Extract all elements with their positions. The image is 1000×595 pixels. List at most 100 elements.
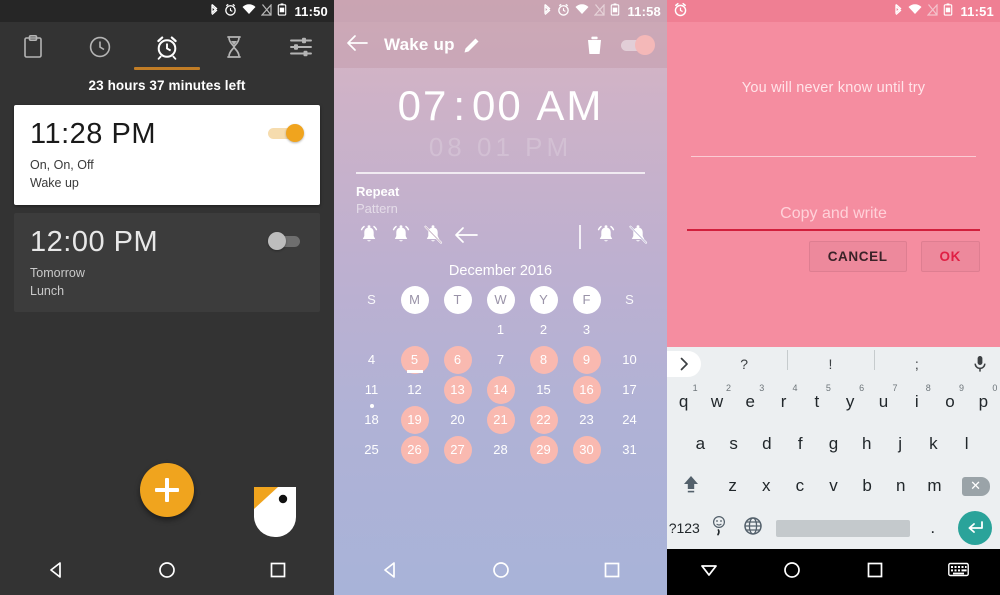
calendar-day-10[interactable]: 10 (608, 345, 651, 375)
calendar-day-23[interactable]: 23 (565, 405, 608, 435)
key-i[interactable]: 8i (900, 382, 933, 422)
nav-home-button[interactable] (145, 550, 189, 594)
calendar-day-24[interactable]: 24 (608, 405, 651, 435)
tab-timer[interactable] (211, 24, 257, 70)
nav-back-button[interactable] (368, 550, 412, 594)
symbols-key[interactable]: ?123 (667, 508, 702, 548)
repeat-section[interactable]: Repeat Pattern (334, 174, 667, 216)
key-v[interactable]: v (817, 466, 851, 506)
bell-on-icon[interactable] (595, 224, 617, 251)
period-key[interactable]: . (915, 508, 950, 548)
key-z[interactable]: z (716, 466, 750, 506)
key-m[interactable]: m (918, 466, 952, 506)
calendar-weekday-m-1[interactable]: M (393, 285, 436, 315)
nav-back-button[interactable] (34, 550, 78, 594)
add-alarm-button[interactable] (140, 463, 194, 517)
key-b[interactable]: b (850, 466, 884, 506)
key-x[interactable]: x (749, 466, 783, 506)
calendar-day-8[interactable]: 8 (522, 345, 565, 375)
calendar-day-15[interactable]: 15 (522, 375, 565, 405)
key-a[interactable]: a (684, 424, 717, 464)
key-g[interactable]: g (817, 424, 850, 464)
pencil-icon[interactable] (463, 37, 480, 54)
ok-button[interactable]: OK (920, 241, 980, 272)
key-u[interactable]: 7u (867, 382, 900, 422)
calendar-day-19[interactable]: 19 (393, 405, 436, 435)
key-r[interactable]: 4r (767, 382, 800, 422)
cancel-button[interactable]: CANCEL (808, 241, 907, 272)
bell-on-icon[interactable] (358, 224, 380, 251)
tab-alarm[interactable] (133, 24, 200, 70)
alarm-toggle-1[interactable] (268, 124, 304, 142)
key-q[interactable]: 1q (667, 382, 700, 422)
emoji-comma-key[interactable] (702, 508, 737, 548)
key-d[interactable]: d (750, 424, 783, 464)
calendar-day-6[interactable]: 6 (436, 345, 479, 375)
enter-key[interactable] (950, 508, 1000, 548)
calendar-day-29[interactable]: 29 (522, 435, 565, 465)
suggestion-2[interactable]: ! (787, 350, 873, 372)
key-y[interactable]: 6y (834, 382, 867, 422)
calendar-weekday-y-4[interactable]: Y (522, 285, 565, 315)
time-meridiem[interactable]: AM (536, 82, 603, 129)
alarm-enable-toggle[interactable] (621, 35, 655, 55)
calendar-day-5[interactable]: 5 (393, 345, 436, 375)
time-hour[interactable]: 07 (398, 82, 449, 129)
calendar-day-31[interactable]: 31 (608, 435, 651, 465)
alarm-card-1[interactable]: 11:28 PM On, On, Off Wake up (14, 105, 320, 205)
key-e[interactable]: 3e (734, 382, 767, 422)
nav-recents-button[interactable] (590, 550, 634, 594)
key-w[interactable]: 2w (700, 382, 733, 422)
tab-settings[interactable] (278, 24, 324, 70)
key-j[interactable]: j (883, 424, 916, 464)
calendar-day-14[interactable]: 14 (479, 375, 522, 405)
calendar-day-30[interactable]: 30 (565, 435, 608, 465)
calendar-day-20[interactable]: 20 (436, 405, 479, 435)
nav-keyboard-switch-button[interactable] (936, 550, 980, 594)
key-o[interactable]: 9o (933, 382, 966, 422)
calendar-day-21[interactable]: 21 (479, 405, 522, 435)
calendar-day-25[interactable]: 25 (350, 435, 393, 465)
chevron-right-icon[interactable] (667, 351, 701, 377)
calendar-day-11[interactable]: 11 (350, 375, 393, 405)
key-l[interactable]: l (950, 424, 983, 464)
bell-on-icon[interactable] (390, 224, 412, 251)
calendar-day-3[interactable]: 3 (565, 315, 608, 345)
calendar-day-18[interactable]: 18 (350, 403, 393, 435)
bell-off-icon[interactable] (627, 224, 649, 251)
tab-clock[interactable] (77, 24, 123, 70)
key-h[interactable]: h (850, 424, 883, 464)
time-minute[interactable]: 00 (472, 82, 523, 129)
calendar-day-27[interactable]: 27 (436, 435, 479, 465)
key-n[interactable]: n (884, 466, 918, 506)
calendar-day-2[interactable]: 2 (522, 315, 565, 345)
suggestion-3[interactable]: ; (873, 350, 960, 372)
tab-notes[interactable] (10, 24, 56, 70)
key-k[interactable]: k (917, 424, 950, 464)
calendar-day-7[interactable]: 7 (479, 345, 522, 375)
text-input-field[interactable]: Copy and write (687, 205, 980, 231)
key-t[interactable]: 5t (800, 382, 833, 422)
trash-icon[interactable] (586, 36, 603, 55)
key-f[interactable]: f (784, 424, 817, 464)
alarm-card-2[interactable]: 12:00 PM Tomorrow Lunch (14, 212, 320, 313)
back-arrow-icon[interactable] (454, 226, 478, 249)
shift-key[interactable] (667, 466, 716, 506)
calendar-weekday-s-6[interactable]: S (608, 285, 651, 315)
key-c[interactable]: c (783, 466, 817, 506)
calendar-day-22[interactable]: 22 (522, 405, 565, 435)
calendar-weekday-s-0[interactable]: S (350, 285, 393, 315)
language-key[interactable] (736, 508, 771, 548)
calendar-day-12[interactable]: 12 (393, 375, 436, 405)
calendar-day-17[interactable]: 17 (608, 375, 651, 405)
space-key[interactable] (771, 508, 916, 548)
nav-recents-button[interactable] (256, 550, 300, 594)
calendar-day-4[interactable]: 4 (350, 345, 393, 375)
calendar-weekday-w-3[interactable]: W (479, 285, 522, 315)
key-s[interactable]: s (717, 424, 750, 464)
bell-off-icon[interactable] (422, 224, 444, 251)
suggestion-1[interactable]: ? (701, 356, 787, 372)
backspace-key[interactable]: ✕ (951, 466, 1000, 506)
alarm-toggle-2[interactable] (268, 231, 304, 250)
calendar-day-26[interactable]: 26 (393, 435, 436, 465)
